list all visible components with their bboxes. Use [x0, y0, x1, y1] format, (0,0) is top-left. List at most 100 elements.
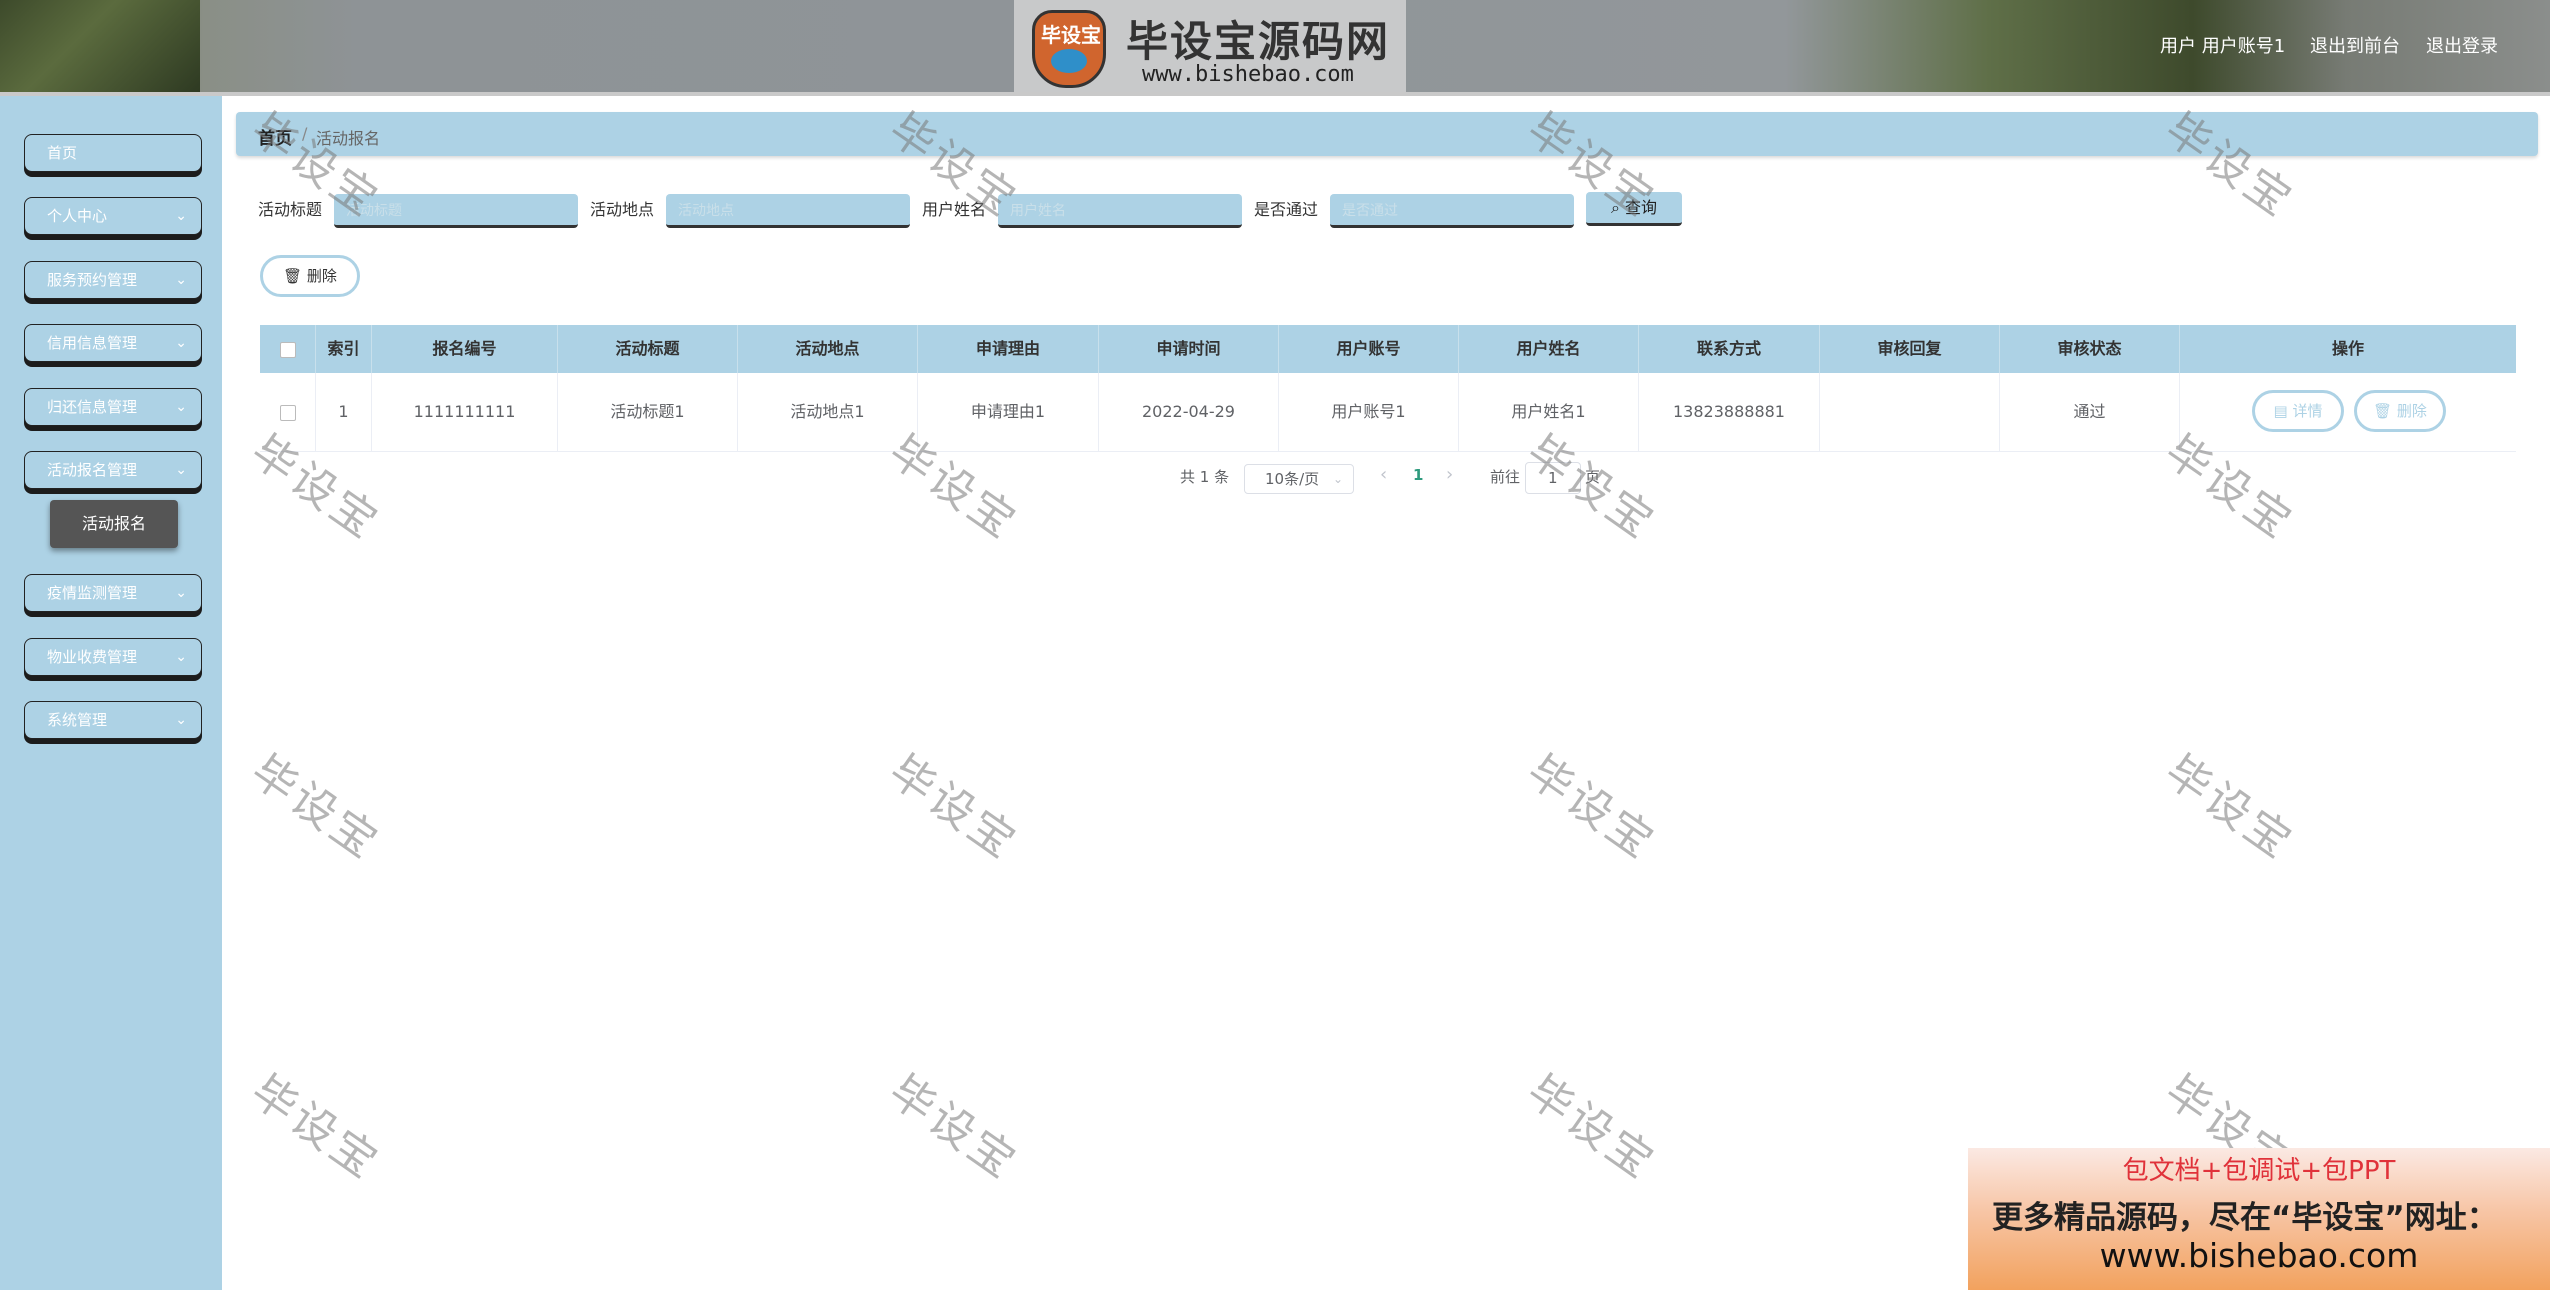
row-delete-label: 删除 [2396, 402, 2427, 420]
current-user-label: 用户 用户账号1 [2160, 36, 2286, 57]
sidebar: 首页 个人中心 ⌄ 服务预约管理 ⌄ 信用信息管理 ⌄ 归还信息管理 ⌄ 活动报… [0, 96, 222, 1290]
prev-page-icon[interactable]: ‹ [1380, 464, 1387, 485]
next-page-icon[interactable]: › [1446, 464, 1453, 485]
column-header: 审核状态 [2000, 325, 2180, 373]
pass-status-input[interactable] [1330, 194, 1574, 228]
logout-link[interactable]: 退出登录 [2426, 32, 2498, 58]
sidebar-item-home[interactable]: 首页 [24, 134, 202, 172]
goto-page-suffix: 页 [1585, 468, 1601, 486]
detail-button-label: 详情 [2292, 402, 2323, 420]
cell-activity-place: 活动地点1 [738, 373, 918, 451]
query-button[interactable]: ⌕ 查询 [1586, 192, 1682, 226]
sidebar-item-activity-signup[interactable]: 活动报名管理 ⌄ [24, 451, 202, 489]
top-header: 毕设宝 毕设宝源码网 www.bishebao.com 用户 用户账号1 退出到… [0, 0, 2550, 96]
chevron-down-icon: ⌄ [175, 208, 187, 224]
cell-review-reply [1820, 373, 2000, 451]
page-number-current[interactable]: 1 [1413, 466, 1423, 484]
cell-reason: 申请理由1 [918, 373, 1099, 451]
sidebar-item-label: 归还信息管理 [47, 398, 138, 416]
chevron-down-icon: ⌄ [175, 585, 187, 601]
chevron-down-icon: ⌄ [175, 649, 187, 665]
chevron-down-icon: ⌄ [175, 712, 187, 728]
breadcrumb-separator: / [302, 124, 308, 143]
user-name-label: 用户姓名 [922, 200, 987, 219]
column-header: 操作 [2331, 339, 2364, 358]
cell-user-name: 用户姓名1 [1459, 373, 1639, 451]
logo-url: www.bishebao.com [1142, 62, 1354, 87]
column-header: 用户姓名 [1459, 325, 1639, 373]
breadcrumb: 首页 / 活动报名 [236, 112, 2538, 156]
chevron-down-icon: ⌄ [175, 335, 187, 351]
ad-banner[interactable]: 包文档+包调试+包PPT 更多精品源码，尽在“毕设宝”网址： www.bishe… [1968, 1148, 2550, 1290]
cell-actions: ▤ 详情 🗑 删除 [2180, 373, 2516, 451]
search-icon: ⌕ [1610, 198, 1620, 217]
table-row: 1 1111111111 活动标题1 活动地点1 申请理由1 2022-04-2… [260, 373, 2516, 452]
breadcrumb-home[interactable]: 首页 [258, 124, 292, 149]
sidebar-item-property-fees[interactable]: 物业收费管理 ⌄ [24, 638, 202, 676]
goto-page-input[interactable]: 1 [1525, 462, 1581, 494]
logo-badge-icon: 毕设宝 [1032, 10, 1106, 88]
sidebar-item-system-management[interactable]: 系统管理 ⌄ [24, 701, 202, 739]
sidebar-item-label: 物业收费管理 [47, 648, 138, 666]
column-header: 申请理由 [918, 325, 1099, 373]
select-all-cell [260, 325, 316, 373]
cell-review-status: 通过 [2000, 373, 2180, 451]
header-background-photo [0, 0, 200, 92]
column-header: 索引 [316, 325, 372, 373]
document-icon: ▤ [2273, 402, 2288, 420]
sidebar-item-label: 个人中心 [47, 207, 108, 225]
sidebar-subitem-activity-signup[interactable]: 活动报名 [50, 500, 178, 548]
sidebar-item-label: 活动报名管理 [47, 461, 138, 479]
logo-badge-text: 毕设宝 [1041, 23, 1101, 47]
page-size-select[interactable]: 10条/页 ⌄ [1244, 464, 1354, 494]
batch-delete-button[interactable]: 🗑 删除 [260, 255, 360, 297]
sidebar-item-credit-info[interactable]: 信用信息管理 ⌄ [24, 324, 202, 362]
pass-status-label: 是否通过 [1254, 200, 1319, 219]
detail-button[interactable]: ▤ 详情 [2252, 390, 2344, 432]
cell-signup-code: 1111111111 [372, 373, 558, 451]
column-header: 联系方式 [1639, 325, 1820, 373]
watermark: 毕设宝 [879, 1065, 1028, 1190]
sidebar-item-label: 系统管理 [47, 711, 108, 729]
activity-title-label: 活动标题 [258, 200, 323, 219]
logo-title: 毕设宝源码网 [1126, 17, 1391, 66]
sidebar-item-label: 服务预约管理 [47, 271, 138, 289]
sidebar-item-label: 信用信息管理 [47, 334, 138, 352]
chevron-down-icon: ⌄ [175, 462, 187, 478]
sidebar-item-return-info[interactable]: 归还信息管理 ⌄ [24, 388, 202, 426]
site-logo: 毕设宝 毕设宝源码网 www.bishebao.com [1014, 0, 1406, 92]
sidebar-item-personal-center[interactable]: 个人中心 ⌄ [24, 197, 202, 235]
ad-tagline: 包文档+包调试+包PPT [2122, 1156, 2396, 1186]
column-header: 活动标题 [558, 325, 738, 373]
row-delete-button[interactable]: 🗑 删除 [2354, 390, 2446, 432]
cell-index: 1 [316, 373, 372, 451]
query-button-label: 查询 [1625, 198, 1658, 217]
column-header: 活动地点 [738, 325, 918, 373]
row-checkbox[interactable] [279, 404, 296, 421]
select-all-checkbox[interactable] [279, 341, 296, 358]
back-to-front-link[interactable]: 退出到前台 [2310, 32, 2400, 58]
goto-label: 前往 [1490, 468, 1521, 486]
trash-icon: 🗑 [2373, 402, 2393, 420]
column-header: 申请时间 [1099, 325, 1279, 373]
batch-delete-label: 删除 [306, 267, 337, 285]
chevron-down-icon: ⌄ [175, 272, 187, 288]
ad-headline: 更多精品源码，尽在“毕设宝”网址： [1992, 1200, 2498, 1236]
cell-user-account: 用户账号1 [1279, 373, 1459, 451]
column-header: 用户账号 [1279, 325, 1459, 373]
column-header: 审核回复 [1820, 325, 2000, 373]
chevron-down-icon: ⌄ [175, 399, 187, 415]
breadcrumb-current: 活动报名 [316, 129, 381, 148]
pagination-total: 共 1 条 [1180, 468, 1230, 486]
activity-title-input[interactable] [334, 194, 578, 228]
activity-place-input[interactable] [666, 194, 910, 228]
sidebar-item-epidemic-monitoring[interactable]: 疫情监测管理 ⌄ [24, 574, 202, 612]
column-header: 报名编号 [372, 325, 558, 373]
sidebar-item-service-booking[interactable]: 服务预约管理 ⌄ [24, 261, 202, 299]
ad-url: www.bishebao.com [2099, 1236, 2419, 1275]
user-name-input[interactable] [998, 194, 1242, 228]
cell-phone: 13823888881 [1639, 373, 1820, 451]
cell-apply-time: 2022-04-29 [1099, 373, 1279, 451]
cell-activity-title: 活动标题1 [558, 373, 738, 451]
activity-place-label: 活动地点 [590, 200, 655, 219]
